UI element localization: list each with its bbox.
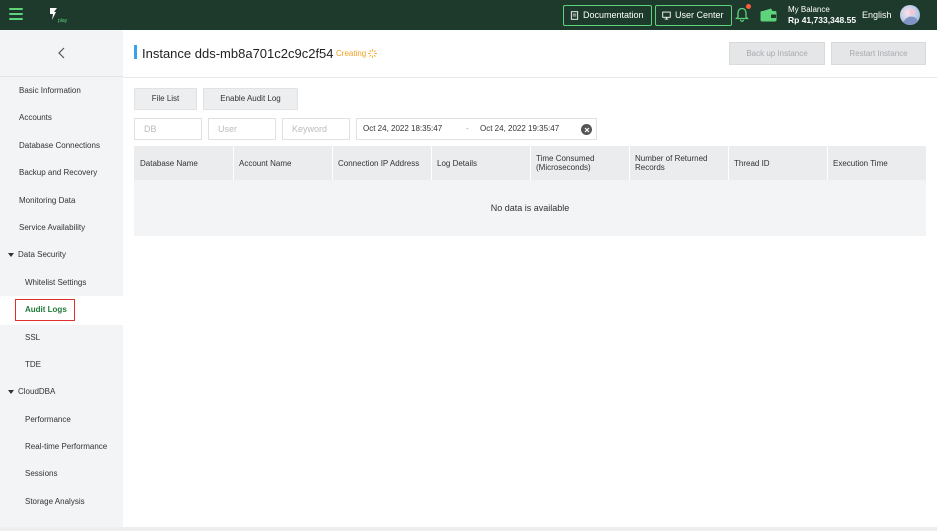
table-header: Database Name Account Name Connection IP…	[134, 146, 926, 180]
status-label: Creating	[336, 49, 367, 58]
bell-icon[interactable]	[735, 7, 749, 22]
language-selector[interactable]: English	[862, 10, 892, 20]
end-time[interactable]: Oct 24, 2022 19:35:47	[480, 119, 559, 139]
sidebar-group-label: Data Security	[18, 250, 67, 259]
clear-icon[interactable]	[581, 124, 592, 135]
title-accent-bar	[134, 45, 137, 59]
brand-logo[interactable]: play	[47, 6, 69, 24]
page-bottom-border	[0, 527, 937, 531]
column-execution-time: Execution Time	[833, 158, 888, 168]
file-list-button[interactable]: File List	[134, 88, 197, 110]
balance-display[interactable]: My Balance Rp 41,733,348.55	[788, 4, 856, 26]
column-account-name: Account Name	[239, 158, 292, 168]
sidebar-item-sessions[interactable]: Sessions	[0, 464, 123, 484]
sidebar-item-ssl[interactable]: SSL	[0, 328, 123, 348]
sidebar-item-storage-analysis[interactable]: Storage Analysis	[0, 492, 123, 512]
user-center-button[interactable]: User Center	[655, 5, 732, 26]
column-thread-id: Thread ID	[734, 158, 770, 168]
empty-state-message: No data is available	[134, 180, 926, 236]
sidebar-item-whitelist-settings[interactable]: Whitelist Settings	[0, 273, 123, 293]
column-log-details: Log Details	[437, 158, 478, 168]
backup-instance-button[interactable]: Back up Instance	[729, 42, 825, 65]
avatar[interactable]	[900, 5, 920, 25]
caret-down-icon	[8, 253, 14, 257]
sidebar-item-monitoring-data[interactable]: Monitoring Data	[0, 191, 123, 211]
date-range-picker[interactable]: Oct 24, 2022 18:35:47 - Oct 24, 2022 19:…	[356, 118, 597, 140]
page-title: Instance dds-mb8a701c2c9c2f54	[142, 46, 334, 61]
column-connection-ip: Connection IP Address	[338, 158, 420, 168]
user-filter-input[interactable]: User	[208, 118, 276, 140]
sidebar-item-database-connections[interactable]: Database Connections	[0, 136, 123, 156]
balance-label: My Balance	[788, 5, 830, 14]
sidebar-item-basic-information[interactable]: Basic Information	[0, 81, 123, 101]
sidebar-group-label: CloudDBA	[18, 387, 56, 396]
sidebar-item-audit-logs[interactable]: Audit Logs	[15, 299, 75, 321]
sidebar-divider	[0, 76, 123, 77]
sidebar-item-service-availability[interactable]: Service Availability	[0, 218, 123, 238]
documentation-label: Documentation	[583, 10, 644, 20]
status-badge: Creating	[336, 49, 378, 58]
user-center-label: User Center	[675, 10, 724, 20]
sidebar-item-real-time-performance[interactable]: Real-time Performance	[0, 437, 123, 457]
close-icon	[584, 127, 589, 132]
enable-audit-log-button[interactable]: Enable Audit Log	[203, 88, 298, 110]
loading-spinner-icon	[368, 49, 378, 58]
db-filter-input[interactable]: DB	[134, 118, 202, 140]
keyword-filter-input[interactable]: Keyword	[282, 118, 350, 140]
sidebar-item-backup-and-recovery[interactable]: Backup and Recovery	[0, 163, 123, 183]
sidebar-group-clouddba[interactable]: CloudDBA	[0, 382, 123, 402]
svg-text:play: play	[58, 18, 68, 24]
column-returned-records: Number of Returned Records	[635, 154, 708, 172]
column-database-name: Database Name	[140, 158, 198, 168]
sidebar-item-accounts[interactable]: Accounts	[0, 108, 123, 128]
notification-badge	[746, 4, 751, 9]
monitor-icon	[662, 11, 671, 20]
sidebar-group-data-security[interactable]: Data Security	[0, 245, 123, 265]
avatar-image	[900, 9, 920, 25]
chevron-left-icon	[58, 47, 65, 59]
document-icon	[570, 11, 579, 20]
balance-amount: Rp 41,733,348.55	[788, 15, 857, 25]
restart-instance-button[interactable]: Restart Instance	[831, 42, 926, 65]
caret-down-icon	[8, 390, 14, 394]
start-time[interactable]: Oct 24, 2022 18:35:47	[363, 119, 442, 139]
wallet-icon[interactable]	[760, 8, 777, 22]
top-navigation-bar: play Documentation User Center My Balanc…	[0, 0, 937, 30]
menu-icon[interactable]	[9, 8, 23, 20]
sidebar-item-tde[interactable]: TDE	[0, 355, 123, 375]
header-divider	[123, 77, 937, 78]
column-time-consumed: Time Consumed (Microseconds)	[536, 154, 595, 172]
documentation-button[interactable]: Documentation	[563, 5, 652, 26]
back-button[interactable]	[0, 30, 123, 76]
date-separator: -	[466, 124, 469, 133]
sidebar-item-performance[interactable]: Performance	[0, 410, 123, 430]
